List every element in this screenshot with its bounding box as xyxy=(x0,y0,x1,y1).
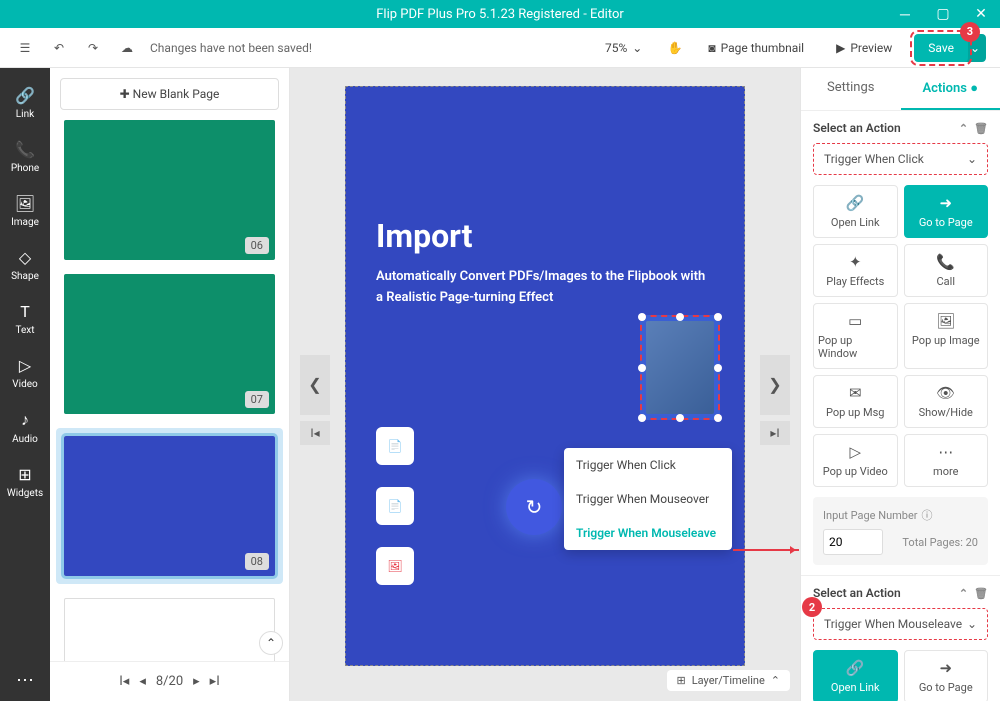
canvas-last[interactable]: ▸I xyxy=(760,421,790,445)
image-icon: 🖼 xyxy=(376,547,414,585)
annotation-line xyxy=(733,549,799,551)
action-play-effects[interactable]: ✦Play Effects xyxy=(813,244,898,297)
page-heading: Import xyxy=(376,217,714,255)
page-thumbnail-button[interactable]: ◙ Page thumbnail xyxy=(698,35,814,61)
action-go-to-page[interactable]: ➜Go to Page xyxy=(904,650,989,701)
action-open-link[interactable]: 🔗Open Link xyxy=(813,185,898,238)
left-sidebar: 🔗Link 📞Phone 🖼Image ◇Shape TText ▷Video … xyxy=(0,68,50,701)
action-pop-up-msg[interactable]: ✉Pop up Msg xyxy=(813,375,898,428)
page-thumb[interactable]: 07 xyxy=(64,274,275,414)
action-call[interactable]: 📞Call xyxy=(904,244,989,297)
new-blank-page-button[interactable]: ✚ New Blank Page xyxy=(60,78,279,110)
save-button[interactable]: Save 3 xyxy=(914,34,968,62)
pages-panel: ✚ New Blank Page 06 07 08 09 ⌃ I◂ ◂ 8/20… xyxy=(50,68,290,701)
page-text: Automatically Convert PDFs/Images to the… xyxy=(376,267,714,309)
titlebar: Flip PDF Plus Pro 5.1.23 Registered - Ed… xyxy=(0,0,1000,28)
undo-icon[interactable]: ↶ xyxy=(48,37,70,59)
action-open-link[interactable]: 🔗Open Link xyxy=(813,650,898,701)
pdf-icon: 📄 xyxy=(376,487,414,525)
page-thumb-selected[interactable]: 08 xyxy=(56,428,283,584)
image-icon: 🖼 xyxy=(15,194,35,213)
pager-first[interactable]: I◂ xyxy=(119,674,129,689)
pager-prev[interactable]: ◂ xyxy=(139,674,146,689)
trigger-select-2[interactable]: Trigger When Mouseleave⌄ 2 xyxy=(813,608,988,640)
sidebar-widgets[interactable]: ⊞Widgets xyxy=(0,457,50,507)
pager: I◂ ◂ 8/20 ▸ ▸I xyxy=(50,661,289,701)
action-pop-up-image[interactable]: 🖼Pop up Image xyxy=(904,303,989,369)
maximize-button[interactable]: ▢ xyxy=(924,0,962,28)
selected-object[interactable] xyxy=(640,315,720,420)
annotation-2: 2 xyxy=(802,597,822,617)
pdf-icon: 📄 xyxy=(376,427,414,465)
preview-button[interactable]: ▶ Preview xyxy=(826,35,902,61)
canvas-first[interactable]: I◂ xyxy=(300,421,330,445)
action-go-to-page[interactable]: ➜Go to Page xyxy=(904,185,989,238)
minimize-button[interactable]: ─ xyxy=(886,0,924,28)
collapse-icon[interactable]: ⌃ xyxy=(959,587,968,600)
dropdown-item-active[interactable]: Trigger When Mouseleave xyxy=(564,516,732,550)
shape-icon: ◇ xyxy=(19,248,31,267)
sidebar-shape[interactable]: ◇Shape xyxy=(0,240,50,290)
sidebar-link[interactable]: 🔗Link xyxy=(0,78,50,128)
sidebar-phone[interactable]: 📞Phone xyxy=(0,132,50,182)
pager-current: 8/20 xyxy=(156,674,183,689)
right-panel: Settings Actions ● Select an Action ⌃ 🗑 Tr… xyxy=(800,68,1000,701)
redo-icon[interactable]: ↷ xyxy=(82,37,104,59)
link-icon: 🔗 xyxy=(15,86,35,105)
total-pages: Total Pages: 20 xyxy=(902,536,978,549)
cloud-icon[interactable]: ☁ xyxy=(116,37,138,59)
action-show/hide[interactable]: 👁Show/Hide xyxy=(904,375,989,428)
video-icon: ▷ xyxy=(19,356,31,375)
dropdown-item[interactable]: Trigger When Click xyxy=(564,448,732,482)
widgets-icon: ⊞ xyxy=(18,465,31,484)
layer-timeline-button[interactable]: ⊞ Layer/Timeline ⌃ xyxy=(667,670,790,691)
page-number-input[interactable] xyxy=(823,529,883,555)
convert-icon: ↻ xyxy=(506,479,562,535)
sidebar-image[interactable]: 🖼Image xyxy=(0,186,50,236)
hand-tool-icon[interactable]: ✋ xyxy=(664,37,686,59)
trigger-select-1[interactable]: Trigger When Click⌄ xyxy=(813,143,988,175)
canvas-area: ❮ I◂ ❯ ▸I Import Automatically Convert P… xyxy=(290,68,800,701)
dropdown-item[interactable]: Trigger When Mouseover xyxy=(564,482,732,516)
action-pop-up-window[interactable]: ▭Pop up Window xyxy=(813,303,898,369)
chevron-down-icon: ⌄ xyxy=(967,152,977,166)
toolbar: ☰ ↶ ↷ ☁ Changes have not been saved! 75%… xyxy=(0,28,1000,68)
annotation-3: 3 xyxy=(960,22,980,42)
page-thumb[interactable]: 09 xyxy=(64,598,275,661)
sidebar-more[interactable]: ⋯ xyxy=(16,670,34,691)
sidebar-text[interactable]: TText xyxy=(0,294,50,344)
zoom-select[interactable]: 75% ⌄ xyxy=(595,35,652,61)
action-more[interactable]: ⋯more xyxy=(904,434,989,487)
tab-settings[interactable]: Settings xyxy=(801,68,901,110)
menu-icon[interactable]: ☰ xyxy=(14,37,36,59)
canvas-prev[interactable]: ❮ xyxy=(300,355,330,415)
audio-icon: ♪ xyxy=(21,410,29,430)
tab-actions[interactable]: Actions ● xyxy=(901,68,1000,110)
page-thumb[interactable]: 06 xyxy=(64,120,275,260)
canvas-next[interactable]: ❯ xyxy=(760,355,790,415)
delete-icon[interactable]: 🗑 xyxy=(974,587,988,600)
trigger-dropdown: Trigger When Click Trigger When Mouseove… xyxy=(564,448,732,550)
text-icon: T xyxy=(20,302,30,321)
section-title: Select an Action xyxy=(813,586,901,600)
pager-next[interactable]: ▸ xyxy=(193,674,200,689)
phone-icon: 📞 xyxy=(15,140,35,159)
save-status: Changes have not been saved! xyxy=(150,41,312,55)
canvas-page[interactable]: Import Automatically Convert PDFs/Images… xyxy=(345,86,745,666)
info-icon[interactable]: ⓘ xyxy=(922,507,933,523)
section-title: Select an Action xyxy=(813,121,901,135)
app-title: Flip PDF Plus Pro 5.1.23 Registered - Ed… xyxy=(376,7,624,22)
pager-last[interactable]: ▸I xyxy=(210,674,220,689)
chevron-down-icon: ⌄ xyxy=(967,617,977,631)
delete-icon[interactable]: 🗑 xyxy=(974,122,988,135)
action-pop-up-video[interactable]: ▷Pop up Video xyxy=(813,434,898,487)
sidebar-audio[interactable]: ♪Audio xyxy=(0,402,50,453)
sidebar-video[interactable]: ▷Video xyxy=(0,348,50,398)
scroll-up-button[interactable]: ⌃ xyxy=(259,631,283,655)
collapse-icon[interactable]: ⌃ xyxy=(959,122,968,135)
